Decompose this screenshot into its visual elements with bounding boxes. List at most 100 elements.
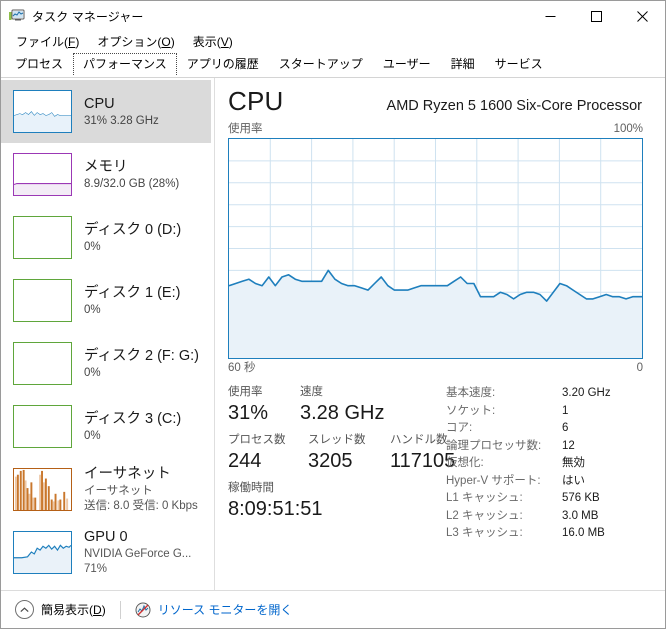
spec-l2-cache: L2 キャッシュ: 3.0 MB [446, 508, 643, 526]
stat-row-uptime: 稼働時間 8:09:51:51 [228, 480, 446, 522]
task-manager-window: タスク マネージャー ファイル(F) オプション(O) 表示(V) プロセス パ… [0, 0, 666, 629]
disk1-title: ディスク 1 (E:) [84, 284, 181, 301]
ethernet-sub2: 送信: 8.0 受信: 0 Kbps [84, 500, 198, 512]
window-controls [527, 1, 665, 31]
cpu-utilization-chart[interactable] [228, 138, 643, 359]
spec-l1-cache: L1 キャッシュ: 576 KB [446, 490, 643, 508]
sidebar-item-ethernet[interactable]: イーサネット イーサネット 送信: 8.0 受信: 0 Kbps [1, 458, 211, 521]
spec-virtualization: 仮想化: 無効 [446, 455, 643, 473]
tab-performance[interactable]: パフォーマンス [73, 53, 177, 77]
maximize-button[interactable] [573, 1, 619, 31]
fewer-details-accel: D [93, 603, 102, 617]
sidebar-item-disk2[interactable]: ディスク 2 (F: G:) 0% [1, 332, 211, 395]
sidebar-item-disk3[interactable]: ディスク 3 (C:) 0% [1, 395, 211, 458]
sidebar-item-gpu0[interactable]: GPU 0 NVIDIA GeForce G... 71% [1, 521, 211, 584]
tab-processes[interactable]: プロセス [5, 53, 73, 77]
cpu-thumbnail-icon [13, 90, 72, 133]
menu-view[interactable]: 表示(V) [184, 31, 242, 53]
spec-l1-cache-key: L1 キャッシュ: [446, 492, 523, 504]
cpu-model-name: AMD Ryzen 5 1600 Six-Core Processor [386, 98, 642, 114]
stat-row-processes-threads-handles: プロセス数 スレッド数 ハンドル数 244 3205 117105 [228, 432, 455, 474]
task-manager-icon [9, 8, 25, 24]
value-utilization: 31% [228, 402, 269, 424]
spec-cores-value: 6 [562, 422, 569, 434]
minimize-button[interactable] [527, 1, 573, 31]
disk0-sub: 0% [84, 240, 101, 253]
graph-bottom-labels: 60 秒 0 [228, 361, 643, 376]
spec-l3-cache: L3 キャッシュ: 16.0 MB [446, 525, 643, 543]
gpu0-sub2: 71% [84, 563, 108, 575]
sidebar-item-cpu[interactable]: CPU 31% 3.28 GHz [1, 80, 211, 143]
disk2-title: ディスク 2 (F: G:) [84, 347, 199, 364]
cpu-spec-list: 基本速度: 3.20 GHz ソケット: 1 コア: 6 論理プロセッサ数: 1… [446, 384, 643, 543]
label-speed: 速度 [300, 386, 323, 398]
tab-startup[interactable]: スタートアップ [269, 53, 373, 77]
menu-options[interactable]: オプション(O) [88, 31, 183, 53]
spec-logical-processors-key: 論理プロセッサ数: [446, 439, 542, 452]
disk2-text: ディスク 2 (F: G:) 0% [84, 347, 199, 381]
tab-app-history[interactable]: アプリの履歴 [177, 53, 269, 77]
gpu0-sub1: NVIDIA GeForce G... [84, 548, 192, 560]
label-threads: スレッド数 [308, 434, 366, 446]
spec-base-speed: 基本速度: 3.20 GHz [446, 385, 643, 403]
spec-logical-processors: 論理プロセッサ数: 12 [446, 438, 643, 456]
memory-title: メモリ [84, 158, 128, 175]
sidebar-item-disk1[interactable]: ディスク 1 (E:) 0% [1, 269, 211, 332]
spec-l3-cache-value: 16.0 MB [562, 527, 605, 539]
label-utilization: 使用率 [228, 386, 263, 398]
cpu-detail-panel: CPU AMD Ryzen 5 1600 Six-Core Processor … [215, 78, 665, 590]
title-bar[interactable]: タスク マネージャー [1, 1, 665, 31]
spec-cores: コア: 6 [446, 420, 643, 438]
ethernet-thumbnail-icon [13, 468, 72, 511]
close-button[interactable] [619, 1, 665, 31]
memory-thumbnail-icon [13, 153, 72, 196]
cpu-stats-left: 使用率 速度 31% 3.28 GHz プロセス数 スレッド数 ハンドル数 24… [228, 384, 455, 543]
disk0-title: ディスク 0 (D:) [84, 221, 182, 238]
sidebar-item-disk0[interactable]: ディスク 0 (D:) 0% [1, 206, 211, 269]
cpu-title: CPU [84, 95, 115, 112]
spec-virtualization-key: 仮想化: [446, 457, 484, 469]
menu-view-accel: V [220, 35, 229, 49]
cpu-chart-svg [229, 139, 642, 358]
resource-monitor-icon [135, 602, 151, 618]
performance-body: CPU 31% 3.28 GHz メモリ 8.9/32.0 GB (28%) デ… [1, 78, 665, 590]
ethernet-sub1: イーサネット [84, 485, 153, 497]
memory-text: メモリ 8.9/32.0 GB (28%) [84, 158, 179, 192]
open-resource-monitor-button[interactable]: リソース モニターを開く [131, 598, 297, 621]
spec-l2-cache-key: L2 キャッシュ: [446, 509, 523, 522]
menu-bar: ファイル(F) オプション(O) 表示(V) [1, 31, 665, 53]
sidebar-item-memory[interactable]: メモリ 8.9/32.0 GB (28%) [1, 143, 211, 206]
tab-strip: プロセス パフォーマンス アプリの履歴 スタートアップ ユーザー 詳細 サービス [1, 53, 665, 77]
disk2-thumbnail-icon [13, 342, 72, 385]
disk1-sub: 0% [84, 303, 101, 316]
fewer-details-button[interactable]: 簡易表示(D) [11, 597, 110, 622]
label-uptime: 稼働時間 [228, 482, 274, 494]
spec-sockets-key: ソケット: [446, 404, 496, 417]
menu-view-label: 表示 [192, 35, 217, 49]
fewer-details-text: 簡易表示 [41, 603, 90, 617]
spec-cores-key: コア: [446, 422, 473, 434]
menu-options-accel: O [161, 35, 171, 49]
menu-file-accel: F [68, 35, 76, 49]
spec-hyperv-support-value: はい [562, 474, 585, 487]
cpu-stats: 使用率 速度 31% 3.28 GHz プロセス数 スレッド数 ハンドル数 24… [228, 384, 643, 543]
spec-logical-processors-value: 12 [562, 439, 575, 452]
spec-l2-cache-value: 3.0 MB [562, 509, 599, 522]
tab-details[interactable]: 詳細 [441, 53, 485, 77]
menu-file[interactable]: ファイル(F) [7, 31, 88, 53]
resource-list[interactable]: CPU 31% 3.28 GHz メモリ 8.9/32.0 GB (28%) デ… [1, 78, 215, 590]
tab-users[interactable]: ユーザー [373, 53, 441, 77]
window-title: タスク マネージャー [32, 9, 144, 24]
cpu-sub: 31% 3.28 GHz [84, 114, 159, 127]
status-separator [119, 600, 121, 619]
graph-x-end-label: 0 [636, 362, 643, 374]
label-processes: プロセス数 [228, 434, 286, 446]
tab-services[interactable]: サービス [485, 53, 553, 77]
gpu0-text: GPU 0 NVIDIA GeForce G... 71% [84, 528, 191, 577]
ethernet-title: イーサネット [84, 466, 171, 482]
cpu-header: CPU AMD Ryzen 5 1600 Six-Core Processor [228, 86, 643, 122]
menu-file-label: ファイル [16, 35, 65, 49]
open-resource-monitor-link[interactable]: リソース モニターを開く [158, 601, 293, 618]
spec-sockets-value: 1 [562, 404, 569, 417]
disk3-thumbnail-icon [13, 405, 72, 448]
